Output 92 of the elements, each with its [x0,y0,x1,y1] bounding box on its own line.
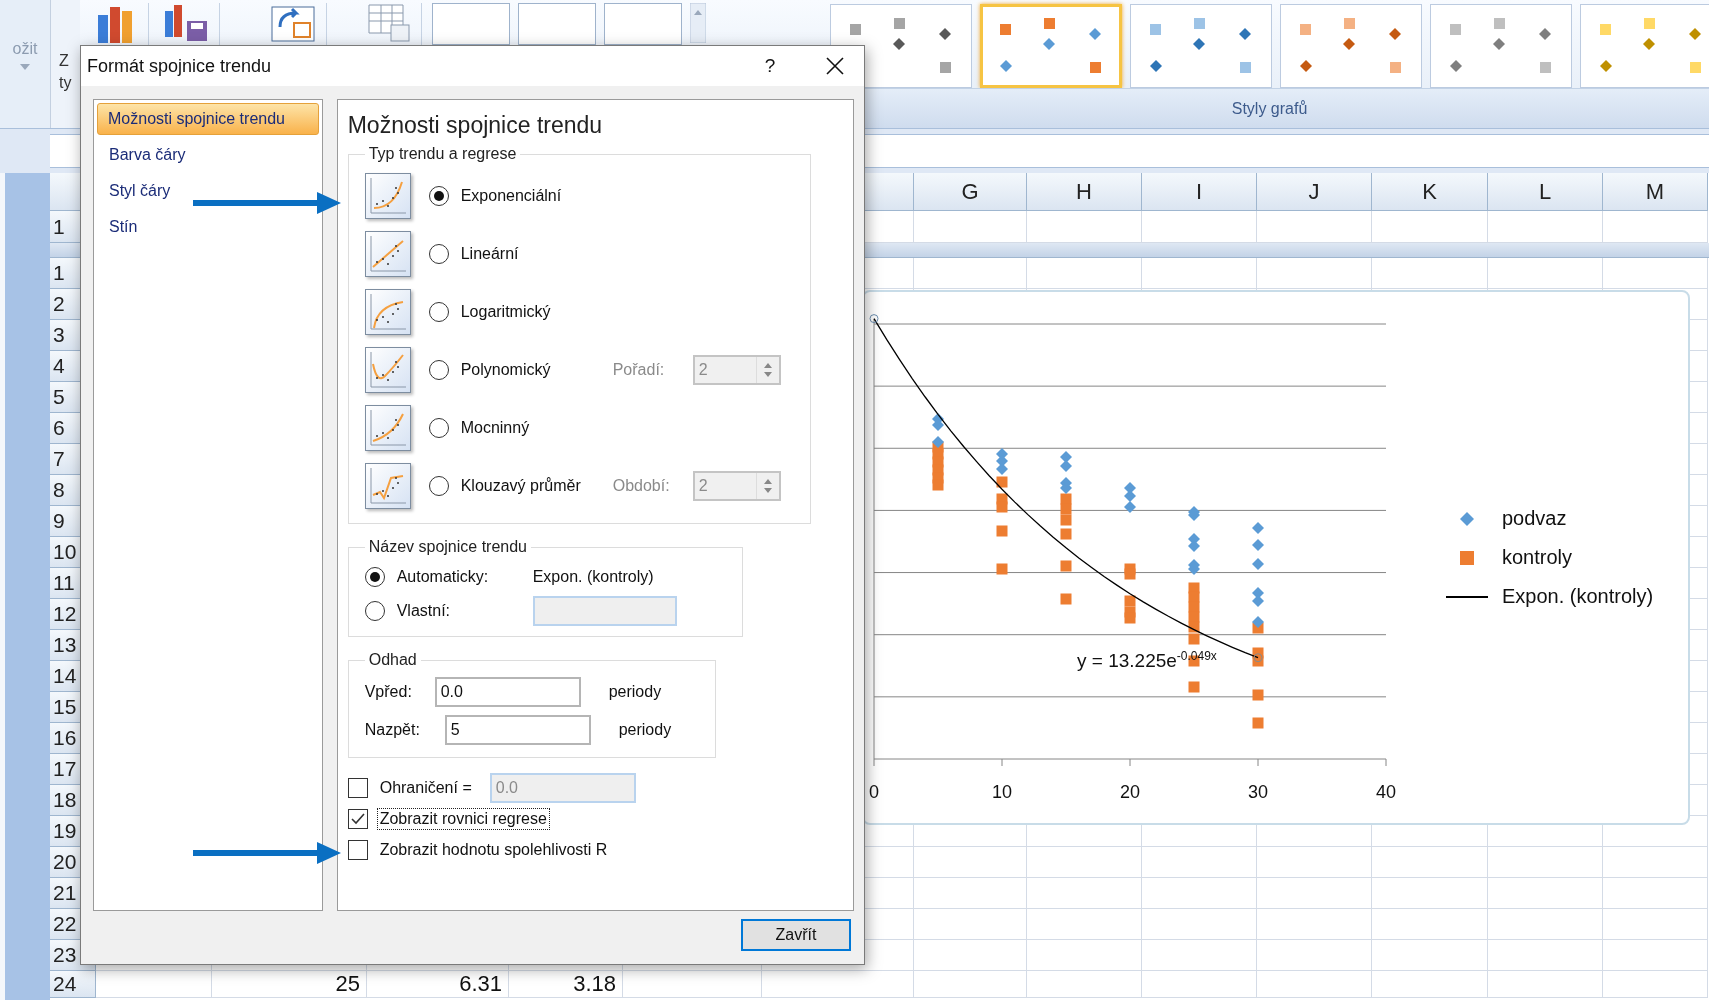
table-cell: 25 [212,971,367,998]
option-label[interactable]: Lineární [460,245,613,263]
column-header[interactable]: I [1142,173,1257,211]
spin-arrows-icon [762,361,773,379]
radio-button[interactable] [428,360,449,380]
radio-button[interactable] [364,567,385,587]
radio-button[interactable] [364,601,385,621]
input-field[interactable]: 5 [444,715,591,745]
chart-style-thumbnail[interactable] [1430,4,1572,88]
column-header[interactable]: L [1488,173,1603,211]
trend-curve-icon [367,176,408,216]
radio-button[interactable] [428,302,449,322]
table-cell: 6.31 [367,971,509,998]
help-button[interactable]: ? [750,48,790,84]
ribbon-button[interactable]: Z ty [50,0,80,128]
column-header[interactable]: M [1603,173,1708,211]
data-table-icon[interactable] [367,3,411,43]
ribbon-tab-label: ožit [12,40,38,58]
input-field[interactable]: 0.0 [434,677,581,707]
group-label: Styly grafů [1231,99,1308,118]
legend-label: Expon. (kontroly) [1502,585,1654,608]
legend-label: podvaz [1502,507,1567,530]
option-label[interactable]: Polynomický [460,361,613,379]
field-label: Pořadí: [612,361,666,379]
field-label: Nazpět: [364,721,421,739]
unit-label: periody [618,721,672,739]
radio-button[interactable] [428,186,449,206]
option-label[interactable]: Klouzavý průměr [460,477,613,495]
option-label[interactable]: Mocninný [460,419,613,437]
close-icon [825,56,845,76]
group-title: Typ trendu a regrese [367,145,518,163]
trend-type-button[interactable] [364,231,411,277]
option-label[interactable]: Exponenciální [460,187,613,205]
close-dialog-button[interactable]: Zavřít [741,919,851,951]
radio-button[interactable] [428,476,449,496]
trend-curve-icon [367,234,408,274]
sidebar-item[interactable]: Možnosti spojnice trendu [97,103,319,135]
trend-type-button[interactable] [364,347,411,393]
chart-style-thumbnail[interactable] [1580,4,1709,88]
trend-curve-icon [367,292,408,332]
spin-arrows-icon [762,477,773,495]
caret-icon [20,64,30,70]
radio-button[interactable] [428,244,449,264]
trend-curve-icon [367,408,408,448]
unit-label: periody [608,683,662,701]
checkbox[interactable] [347,808,368,829]
checkbox-label[interactable]: Zobrazit rovnici regrese [377,808,549,829]
axis-tick-label: 30 [1248,782,1268,802]
trend-curve-icon [367,350,408,390]
trendline-name: Expon. (kontroly) [532,568,654,586]
checkbox-label[interactable]: Zobrazit hodnotu spolehlivosti R [377,839,610,860]
axis-tick-label: 20 [1120,782,1140,802]
option-label[interactable]: Logaritmický [460,303,613,321]
chart-style-thumbnail[interactable] [980,4,1122,88]
trend-curve-icon [367,466,408,506]
sidebar-item[interactable]: Barva čáry [97,139,319,171]
option-label[interactable]: Automaticky: [396,568,533,586]
switch-row-column-icon[interactable] [270,3,316,43]
chart-style-thumbnail[interactable] [1130,4,1272,88]
column-header[interactable]: J [1257,173,1372,211]
column-header[interactable]: H [1027,173,1142,211]
group-title: Odhad [367,651,418,669]
axis-tick-label: 10 [992,782,1012,802]
axis-tick-label: 0 [869,782,879,802]
radio-button[interactable] [428,418,449,438]
checkbox-label[interactable]: Ohraničení = [377,777,474,798]
option-label[interactable]: Vlastní: [396,602,533,620]
scroll-up-icon[interactable] [690,3,706,43]
trend-type-button[interactable] [364,173,411,219]
chart-layout-thumbnail[interactable] [432,3,510,45]
row-header[interactable]: 24 [50,971,96,998]
column-header[interactable]: K [1372,173,1488,211]
table-cell: 3.18 [509,971,623,998]
panel-heading: Možnosti spojnice trendu [347,112,604,139]
chart-layout-thumbnail[interactable] [518,3,596,45]
checkbox[interactable] [347,839,368,860]
group-title: Název spojnice trendu [367,538,528,556]
checkbox[interactable] [347,777,368,798]
trendline-equation: y = 13.225e$^{-0.049x}$ [1077,649,1217,673]
trend-type-button[interactable] [364,463,411,509]
axis-tick-label: 40 [1376,782,1396,802]
chart-style-thumbnail[interactable] [1280,4,1422,88]
field-label: Vpřed: [364,683,413,701]
sidebar-item[interactable]: Stín [97,211,319,243]
window-title: Formát spojnice trendu [87,55,273,77]
chart-layout-thumbnail[interactable] [604,3,682,45]
column-header[interactable]: G [914,173,1027,211]
field-label: Období: [612,477,671,495]
sidebar-item[interactable]: Styl čáry [97,175,319,207]
trend-type-button[interactable] [364,405,411,451]
legend-label: kontroly [1502,546,1573,569]
trend-type-button[interactable] [364,289,411,335]
